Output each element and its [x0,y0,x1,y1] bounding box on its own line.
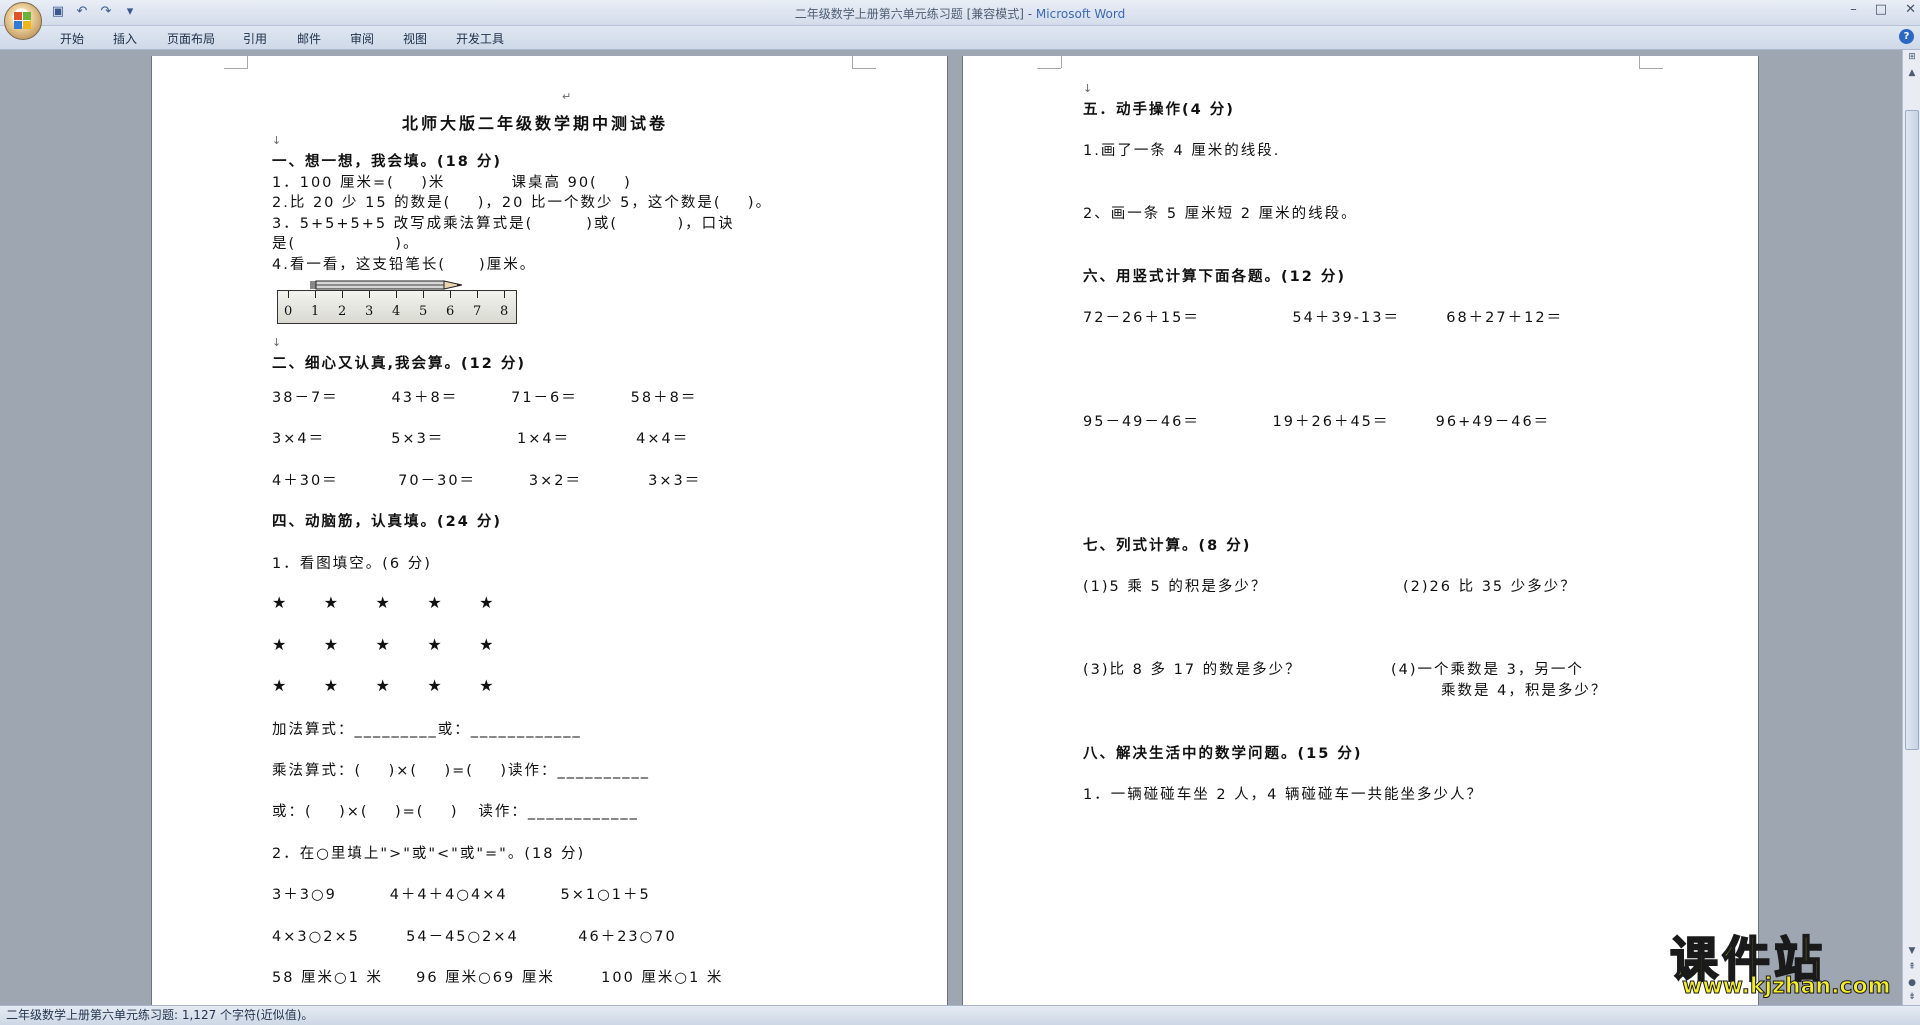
calc-row-2: 3×4＝ 5×3＝ 1×4＝ 4×4＝ [272,431,690,447]
section-2-heading: 二、细心又认真,我会算。(12 分) [272,356,526,372]
star-row-3: ★ ★ ★ ★ ★ [272,676,496,695]
ruler-image: 0 1 2 3 4 5 6 7 8 [277,290,517,324]
ruler-number: 7 [473,304,482,319]
question-1-4: 4.看一看，这支铅笔长( )厘米。 [272,257,537,273]
question-1-2: 2.比 20 少 15 的数是( )，20 比一个数少 5，这个数是( )。 [272,195,773,211]
ruler-number: 8 [500,304,509,319]
status-bar: 二年级数学上册第六单元练习题: 1,127 个字符(近似值)。 [0,1005,1920,1025]
help-icon[interactable]: ? [1899,29,1914,44]
document-page-2[interactable]: ↓ 五．动手操作(4 分) 1.画了一条 4 厘米的线段. 2、画一条 5 厘米… [962,56,1759,1011]
question-1-3b: 是( )。 [272,236,420,252]
pencil-image [310,280,463,290]
document-title: 二年级数学上册第六单元练习题 [兼容模式] - [794,7,1036,21]
compare-row-2: 4×3○2×5 54－45○2×4 46＋23○70 [272,929,677,945]
minimize-button[interactable]: – [1850,2,1857,17]
multiplication-formula: 乘法算式：( )×( )=( )读作：__________ [272,763,651,779]
vertical-calc-row-1: 72－26＋15＝ 54＋39-13＝ 68＋27＋12＝ [1083,310,1564,326]
watermark-logo: 课件站 www.kjzhan.com [1669,920,1910,1004]
question-7-3: (3)比 8 多 17 的数是多少？ [1083,662,1302,678]
tab-view[interactable]: 视图 [403,30,427,47]
ruler-number: 1 [311,304,320,319]
window-controls: – □ ✕ [1850,2,1916,17]
ruler-number: 3 [365,304,374,319]
section-7-heading: 七、列式计算。(8 分) [1083,538,1252,554]
ruler-number: 6 [446,304,455,319]
line-mark: ↓ [272,134,282,147]
scrollbar-thumb[interactable] [1905,110,1919,750]
section-8-heading: 八、解决生活中的数学问题。(15 分) [1083,746,1363,762]
word-window: ▣ ↶ ↷ ▾ 二年级数学上册第六单元练习题 [兼容模式] - Microsof… [0,0,1920,1025]
document-page-1[interactable]: ↵ 北师大版二年级数学期中测试卷 ↓ 一、想一想，我会填。(18 分) 1．10… [151,56,948,1011]
question-1-1: 1．100 厘米=( )米 课桌高 90( ) [272,175,632,191]
question-5-2: 2、画一条 5 厘米短 2 厘米的线段。 [1083,206,1358,222]
question-1-3a: 3．5+5+5+5 改写成乘法算式是( )或( )，口诀 [272,216,735,232]
tab-developer[interactable]: 开发工具 [456,30,504,47]
tab-home[interactable]: 开始 [60,30,84,47]
or-formula: 或：( )×( )=( ) 读作：____________ [272,804,639,820]
star-row-2: ★ ★ ★ ★ ★ [272,635,496,654]
section-6-heading: 六、用竖式计算下面各题。(12 分) [1083,269,1346,285]
app-name: Microsoft Word [1035,7,1126,21]
office-logo-icon [14,12,32,30]
compare-row-1: 3＋3○9 4＋4＋4○4×4 5×1○1＋5 [272,887,651,903]
watermark-url: www.kjzhan.com [1682,974,1892,1000]
tab-mailings[interactable]: 邮件 [297,30,321,47]
ruler-number: 4 [392,304,401,319]
addition-formula: 加法算式：_________或：____________ [272,722,582,738]
page-title: 北师大版二年级数学期中测试卷 [402,114,669,133]
vertical-calc-row-2: 95－49－46＝ 19＋26＋45＝ 96+49－46＝ [1083,414,1551,430]
section-5-heading: 五．动手操作(4 分) [1083,102,1235,118]
office-button[interactable] [4,2,42,40]
question-7-1: (1)5 乘 5 的积是多少？ [1083,579,1268,595]
question-4-1: 1．看图填空。(6 分) [272,556,432,572]
line-mark: ↓ [1083,82,1093,95]
line-mark: ↓ [272,336,282,349]
title-bar: ▣ ↶ ↷ ▾ 二年级数学上册第六单元练习题 [兼容模式] - Microsof… [0,0,1920,26]
word-count-status[interactable]: 二年级数学上册第六单元练习题: 1,127 个字符(近似值)。 [6,1008,313,1022]
paragraph-mark: ↵ [562,90,572,103]
tab-page-layout[interactable]: 页面布局 [167,30,215,47]
tab-references[interactable]: 引用 [243,30,267,47]
question-7-4a: (4)一个乘数是 3，另一个 [1391,662,1584,678]
section-4-heading: 四、动脑筋，认真填。(24 分) [272,514,502,530]
question-5-1: 1.画了一条 4 厘米的线段. [1083,143,1281,159]
maximize-button[interactable]: □ [1875,2,1887,17]
vertical-scrollbar[interactable]: ⊞ ▲ ▼ ⇞ ● ⇟ [1902,50,1920,1005]
ruler-number: 2 [338,304,347,319]
calc-row-3: 4＋30＝ 70－30＝ 3×2＝ 3×3＝ [272,473,702,489]
ruler-number: 0 [284,304,293,319]
ruler-number: 5 [419,304,428,319]
tab-insert[interactable]: 插入 [113,30,137,47]
scroll-up-icon[interactable]: ▲ [1906,68,1918,78]
question-7-2: (2)26 比 35 少多少？ [1403,579,1577,595]
compare-row-3: 58 厘米○1 米 96 厘米○69 厘米 100 厘米○1 米 [272,970,724,986]
ribbon-tab-bar: 开始 插入 页面布局 引用 邮件 审阅 视图 开发工具 ? [0,26,1920,50]
section-1-heading: 一、想一想，我会填。(18 分) [272,154,502,170]
star-row-1: ★ ★ ★ ★ ★ [272,593,496,612]
calc-row-1: 38－7＝ 43＋8＝ 71－6＝ 58＋8＝ [272,390,698,406]
question-8-1: 1．一辆碰碰车坐 2 人，4 辆碰碰车一共能坐多少人？ [1083,787,1484,803]
ruler-toggle-icon[interactable]: ⊞ [1906,52,1918,62]
question-7-4b: 乘数是 4，积是多少？ [1441,683,1608,699]
close-button[interactable]: ✕ [1905,2,1916,17]
question-4-2: 2．在○里填上">"或"<"或"="。(18 分) [272,846,586,862]
tab-review[interactable]: 审阅 [350,30,374,47]
document-area: ↵ 北师大版二年级数学期中测试卷 ↓ 一、想一想，我会填。(18 分) 1．10… [0,50,1902,1011]
window-title: 二年级数学上册第六单元练习题 [兼容模式] - Microsoft Word [0,5,1920,22]
